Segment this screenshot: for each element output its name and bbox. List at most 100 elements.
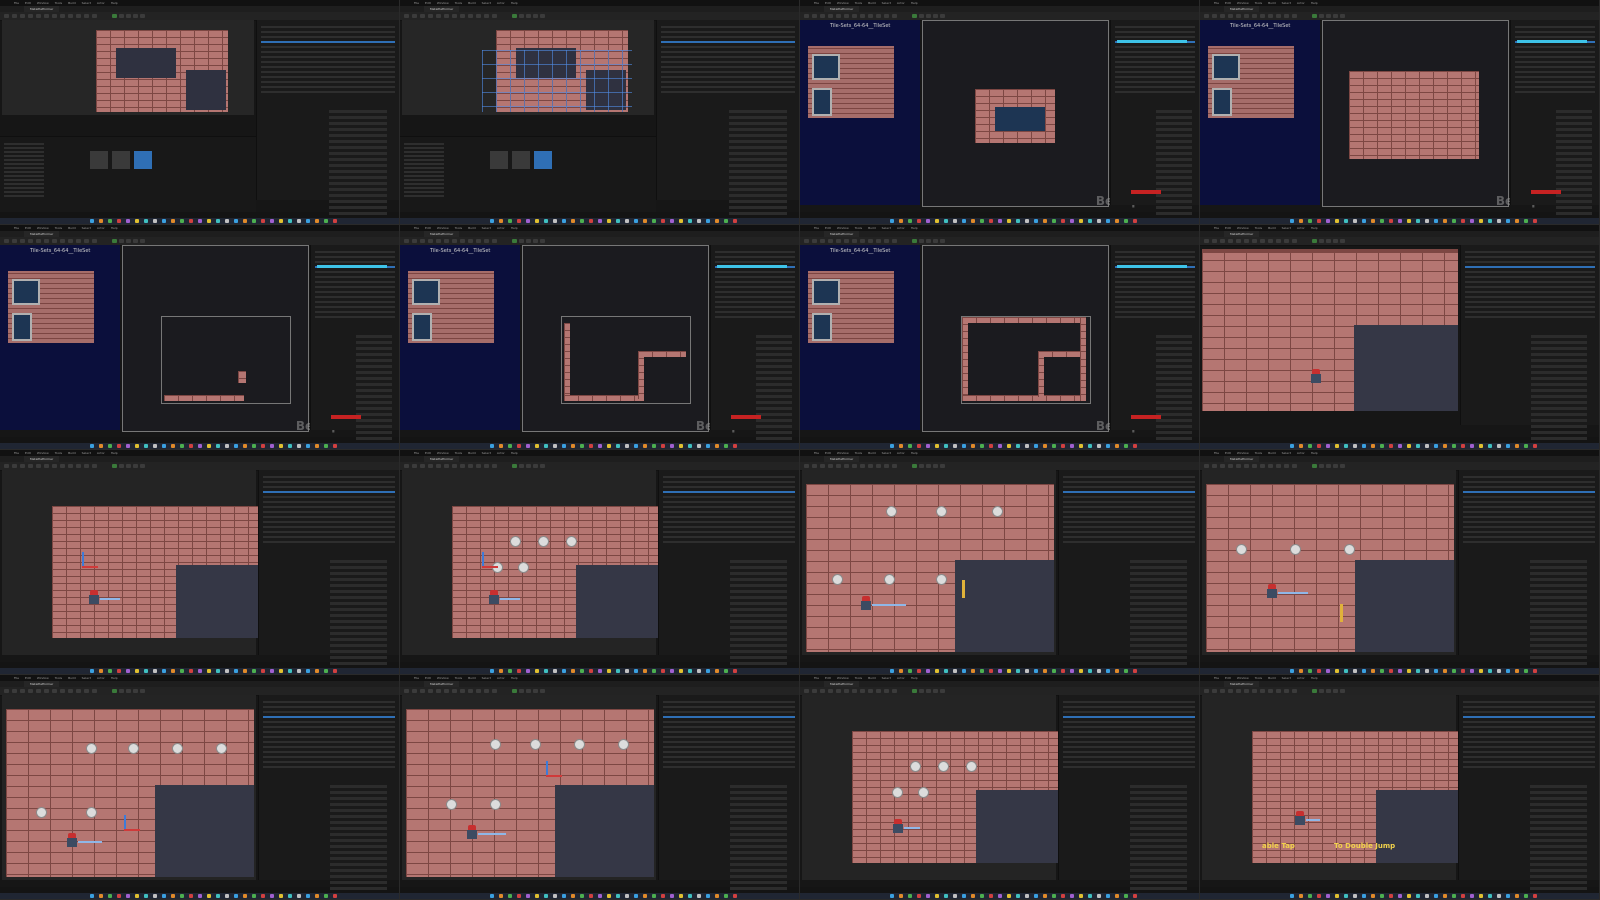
- content-folder-row[interactable]: [4, 179, 44, 181]
- level-viewport[interactable]: [2, 20, 254, 115]
- outliner-row[interactable]: [315, 301, 395, 303]
- taskbar-app-icon[interactable]: [1470, 669, 1474, 673]
- taskbar-app-icon[interactable]: [989, 444, 993, 448]
- taskbar-app-icon[interactable]: [553, 444, 557, 448]
- play-control-button[interactable]: [533, 14, 538, 18]
- outliner-row[interactable]: [1063, 526, 1195, 528]
- taskbar-app-icon[interactable]: [126, 219, 130, 223]
- outliner-row[interactable]: [661, 86, 795, 88]
- taskbar-app-icon[interactable]: [1070, 669, 1074, 673]
- toolbar-button[interactable]: [876, 14, 881, 18]
- taskbar-app-icon[interactable]: [697, 219, 701, 223]
- play-control-button[interactable]: [912, 14, 917, 18]
- taskbar-app-icon[interactable]: [117, 219, 121, 223]
- details-field[interactable]: [1156, 206, 1192, 209]
- details-field[interactable]: [756, 431, 792, 434]
- details-field[interactable]: [1130, 821, 1187, 824]
- taskbar-app-icon[interactable]: [1380, 669, 1384, 673]
- details-field[interactable]: [1531, 377, 1587, 380]
- details-field[interactable]: [1130, 797, 1187, 800]
- details-field[interactable]: [1530, 626, 1587, 629]
- taskbar-app-icon[interactable]: [926, 894, 930, 898]
- toolbar-button[interactable]: [20, 14, 25, 18]
- details-field[interactable]: [730, 626, 787, 629]
- outliner-row[interactable]: [661, 31, 795, 33]
- taskbar-app-icon[interactable]: [517, 894, 521, 898]
- play-control-button[interactable]: [940, 14, 945, 18]
- outliner-row[interactable]: [663, 511, 795, 513]
- details-field[interactable]: [729, 158, 787, 161]
- taskbar-app-icon[interactable]: [1443, 219, 1447, 223]
- details-field[interactable]: [329, 122, 387, 125]
- details-field[interactable]: [1156, 425, 1192, 428]
- taskbar-app-icon[interactable]: [962, 894, 966, 898]
- toolbar-button[interactable]: [860, 14, 865, 18]
- taskbar-app-icon[interactable]: [652, 444, 656, 448]
- taskbar-app-icon[interactable]: [1299, 894, 1303, 898]
- outliner-row[interactable]: [1063, 726, 1195, 728]
- details-field[interactable]: [1530, 887, 1587, 890]
- taskbar-app-icon[interactable]: [279, 669, 283, 673]
- details-field[interactable]: [1531, 365, 1587, 368]
- thumbnail-tile-2[interactable]: File Edit Window Tools Build Select Actor Help M…: [400, 0, 800, 225]
- details-field[interactable]: [730, 656, 787, 659]
- taskbar-app-icon[interactable]: [1452, 669, 1456, 673]
- taskbar-app-icon[interactable]: [616, 219, 620, 223]
- toolbar-button[interactable]: [884, 689, 889, 693]
- details-field[interactable]: [756, 413, 792, 416]
- taskbar-app-icon[interactable]: [1308, 219, 1312, 223]
- details-field[interactable]: [1130, 620, 1187, 623]
- taskbar-app-icon[interactable]: [1524, 669, 1528, 673]
- taskbar-app-icon[interactable]: [270, 894, 274, 898]
- taskbar-app-icon[interactable]: [1389, 669, 1393, 673]
- taskbar-app-icon[interactable]: [243, 669, 247, 673]
- taskbar-app-icon[interactable]: [1515, 894, 1519, 898]
- outliner-row[interactable]: [1115, 51, 1195, 53]
- details-field[interactable]: [1556, 200, 1592, 203]
- taskbar-app-icon[interactable]: [1326, 444, 1330, 448]
- outliner-row[interactable]: [315, 296, 395, 298]
- toolbar-button[interactable]: [12, 14, 17, 18]
- details-field[interactable]: [1130, 869, 1187, 872]
- details-field[interactable]: [1130, 785, 1187, 788]
- outliner-row[interactable]: [663, 736, 795, 738]
- toolbar-button[interactable]: [876, 689, 881, 693]
- toolbar-button[interactable]: [1244, 14, 1249, 18]
- taskbar-app-icon[interactable]: [607, 219, 611, 223]
- toolbar-button[interactable]: [76, 14, 81, 18]
- taskbar-app-icon[interactable]: [1061, 894, 1065, 898]
- outliner-row[interactable]: [1063, 756, 1195, 758]
- details-field[interactable]: [1556, 122, 1592, 125]
- toolbar-button[interactable]: [52, 464, 57, 468]
- taskbar-app-icon[interactable]: [1106, 444, 1110, 448]
- details-field[interactable]: [730, 869, 787, 872]
- outliner-row[interactable]: [263, 521, 395, 523]
- outliner-row[interactable]: [1063, 741, 1195, 743]
- details-field[interactable]: [1130, 566, 1187, 569]
- thumbnail-tile-10[interactable]: File Edit Window Tools Build Select Actor Help M…: [400, 450, 800, 675]
- details-field[interactable]: [330, 887, 387, 890]
- taskbar-app-icon[interactable]: [243, 894, 247, 898]
- taskbar-app-icon[interactable]: [225, 219, 229, 223]
- details-field[interactable]: [1156, 437, 1192, 440]
- taskbar-app-icon[interactable]: [625, 444, 629, 448]
- details-field[interactable]: [730, 845, 787, 848]
- outliner-row[interactable]: [1463, 491, 1595, 493]
- play-control-button[interactable]: [1319, 239, 1324, 243]
- details-field[interactable]: [329, 170, 387, 173]
- outliner-row[interactable]: [263, 511, 395, 513]
- taskbar-app-icon[interactable]: [679, 444, 683, 448]
- outliner-row[interactable]: [663, 756, 795, 758]
- taskbar-app-icon[interactable]: [1479, 444, 1483, 448]
- outliner-row[interactable]: [261, 51, 395, 53]
- details-field[interactable]: [1530, 638, 1587, 641]
- taskbar-app-icon[interactable]: [1515, 444, 1519, 448]
- details-field[interactable]: [1531, 383, 1587, 386]
- toolbar-button[interactable]: [836, 239, 841, 243]
- taskbar-app-icon[interactable]: [890, 894, 894, 898]
- outliner-row[interactable]: [1063, 476, 1195, 478]
- outliner-row[interactable]: [263, 491, 395, 493]
- details-field[interactable]: [356, 383, 392, 386]
- outliner-row[interactable]: [1063, 736, 1195, 738]
- taskbar-app-icon[interactable]: [1488, 669, 1492, 673]
